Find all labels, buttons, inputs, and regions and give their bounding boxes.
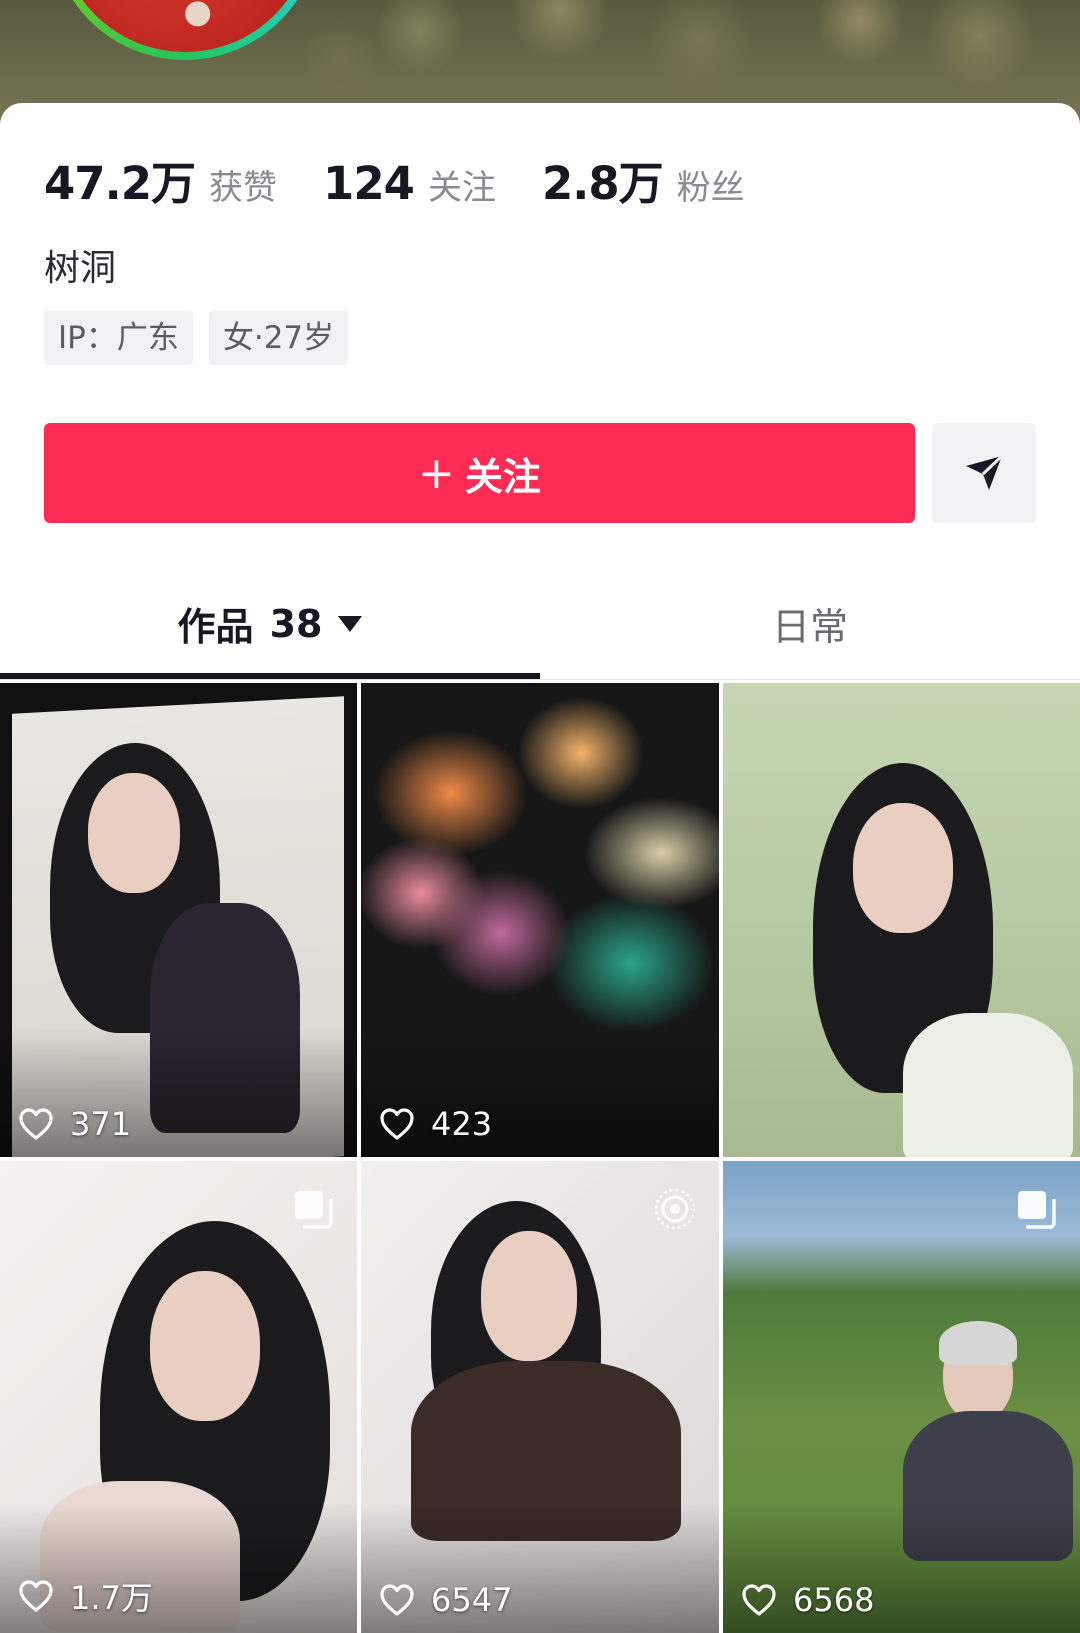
gallery-icon	[295, 1191, 333, 1229]
tab-works-label: 作品	[177, 605, 254, 649]
tab-works-count: 38	[269, 601, 323, 646]
like-count-value: 6547	[431, 1581, 513, 1619]
like-count: 6568	[741, 1581, 874, 1619]
stat-followers[interactable]: 2.8万 粉丝	[542, 147, 745, 212]
video-tile[interactable]: 1.7万	[0, 1161, 357, 1633]
gallery-icon	[1018, 1191, 1056, 1229]
gender-age-tag: 女·27岁	[208, 311, 349, 365]
heart-icon	[19, 1108, 53, 1140]
profile-stats: 47.2万 获赞 124 关注 2.8万 粉丝	[44, 147, 791, 212]
stat-followers-label: 粉丝	[676, 168, 745, 208]
like-count: 1.7万	[18, 1573, 153, 1619]
live-photo-icon	[654, 1188, 696, 1230]
like-count-value: 6568	[793, 1581, 875, 1619]
heart-icon	[380, 1584, 414, 1616]
stat-following-value: 124	[323, 157, 415, 210]
tab-daily[interactable]: 日常	[540, 566, 1080, 681]
tab-works[interactable]: 作品 38	[0, 566, 540, 681]
stat-following-label: 关注	[427, 168, 496, 208]
like-count-value: 1.7万	[70, 1579, 153, 1617]
video-grid: 371 423 1.7万 6547 6568	[0, 683, 1080, 1633]
heart-icon	[380, 1108, 414, 1140]
message-button[interactable]	[932, 423, 1036, 523]
tab-daily-label: 日常	[771, 605, 848, 649]
follow-button-label: 关注	[464, 454, 541, 499]
like-count: 371	[18, 1105, 131, 1143]
follow-button[interactable]: + 关注	[44, 423, 915, 523]
video-tile[interactable]: 371	[0, 683, 357, 1157]
video-tile[interactable]: 6547	[361, 1161, 719, 1633]
stat-likes-value: 47.2万	[44, 157, 196, 210]
video-tile[interactable]: 6568	[723, 1161, 1080, 1633]
like-count: 6547	[379, 1581, 512, 1619]
ip-location-tag: IP：广东	[44, 311, 193, 365]
tab-divider	[0, 679, 1080, 680]
stat-followers-value: 2.8万	[541, 157, 664, 210]
stat-following[interactable]: 124 关注	[323, 157, 496, 210]
heart-icon	[742, 1584, 776, 1616]
profile-tags: IP：广东 女·27岁	[44, 311, 364, 365]
video-tile[interactable]	[723, 683, 1080, 1157]
stat-likes-label: 获赞	[209, 168, 278, 208]
heart-icon	[19, 1580, 53, 1612]
profile-tabs: 作品 38 日常	[0, 566, 1080, 681]
like-count-value: 423	[431, 1105, 493, 1143]
like-count-value: 371	[70, 1105, 132, 1143]
caret-down-icon[interactable]	[338, 615, 363, 632]
like-count: 423	[379, 1105, 492, 1143]
plus-icon: +	[418, 447, 455, 499]
stat-likes[interactable]: 47.2万 获赞	[44, 147, 277, 212]
send-icon	[966, 454, 1004, 490]
profile-bio: 树洞	[44, 248, 117, 289]
video-tile[interactable]: 423	[361, 683, 719, 1157]
